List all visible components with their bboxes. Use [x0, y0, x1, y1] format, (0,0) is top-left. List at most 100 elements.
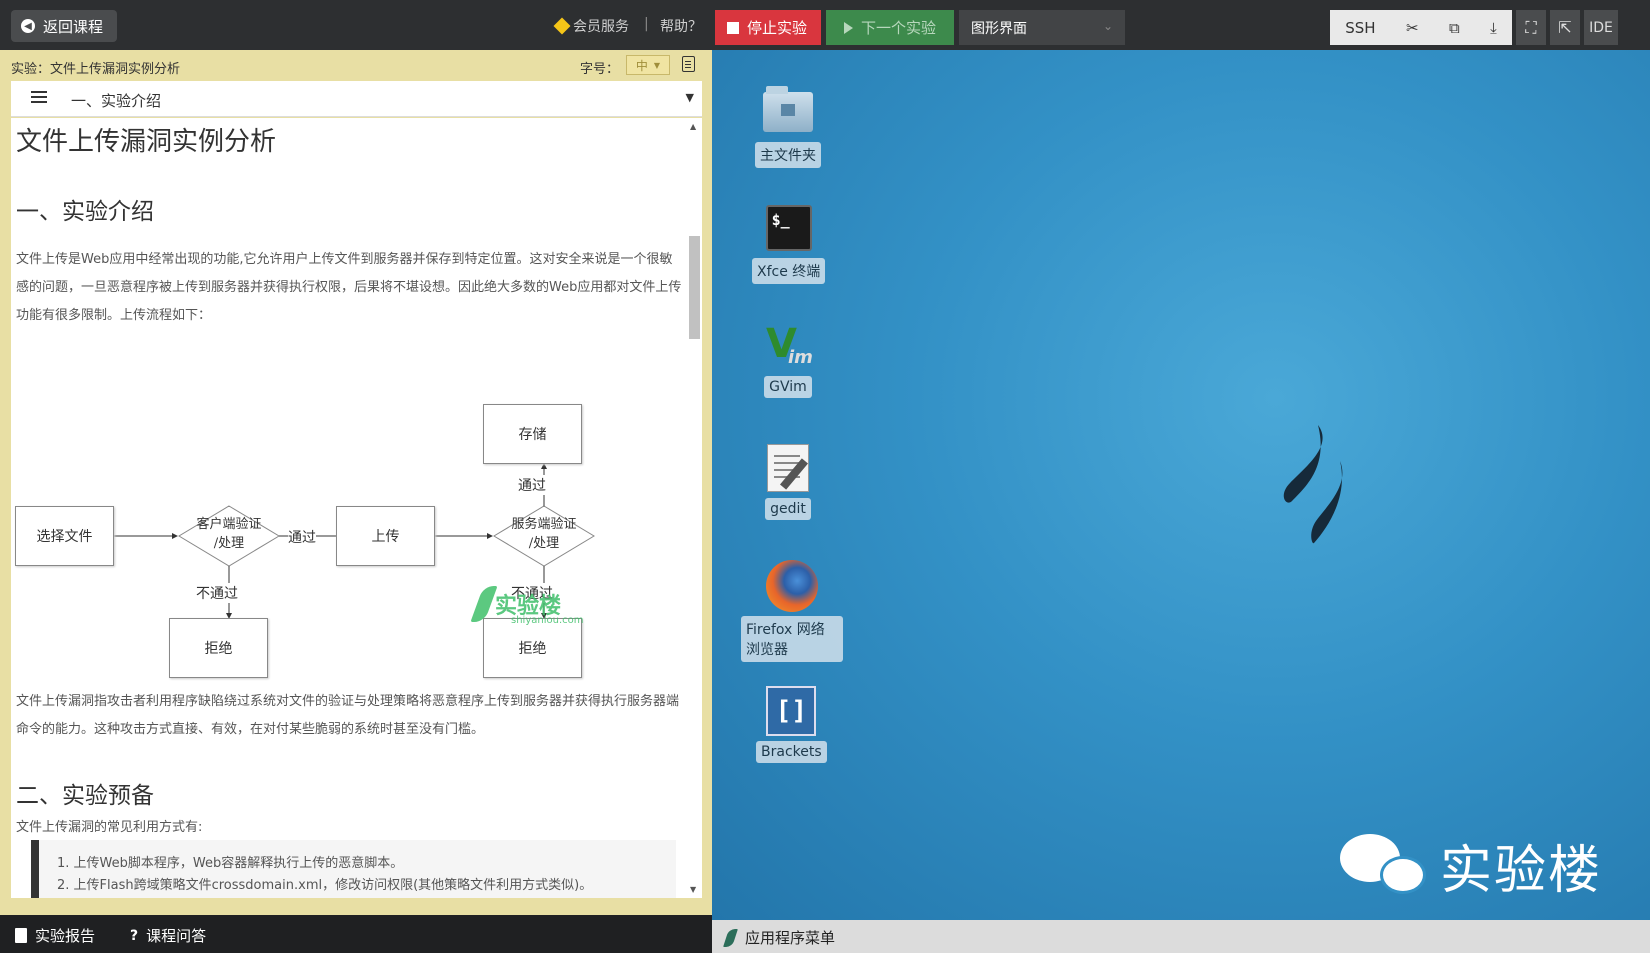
- desktop-icon-label: Brackets: [756, 741, 827, 763]
- lab-report-button[interactable]: 实验报告: [15, 925, 95, 946]
- screen-icon[interactable]: ⧉: [1449, 19, 1460, 37]
- list-item: 2. 上传Flash跨域策略文件crossdomain.xml，修改访问权限(其…: [57, 878, 593, 893]
- fullscreen-icon[interactable]: ⛶: [1516, 10, 1546, 45]
- external-link-icon[interactable]: ⇱: [1550, 10, 1580, 45]
- lab-report-label: 实验报告: [35, 927, 96, 945]
- desktop-icon-label: 主文件夹: [755, 142, 821, 168]
- fontsize-label: 字号：: [580, 62, 620, 77]
- toc-dropdown[interactable]: 一、实验介绍 ▼: [11, 81, 702, 117]
- desktop-icon-gedit[interactable]: gedit: [762, 442, 814, 520]
- vip-service-label: 会员服务: [573, 19, 629, 35]
- tool-group: SSH ✂ ⧉ ⤓: [1330, 10, 1512, 45]
- lab-header: 实验：文件上传漏洞实例分析: [11, 62, 181, 77]
- desktop-icon-firefox[interactable]: Firefox 网络浏览器: [740, 560, 844, 662]
- paragraph-1: 文件上传是Web应用中经常出现的功能,它允许用户上传文件到服务器并保存到特定位置…: [16, 252, 682, 323]
- flowchart-lines: [114, 463, 595, 619]
- applications-menu-button[interactable]: 应用程序菜单: [723, 927, 836, 948]
- separator: |: [644, 16, 649, 32]
- diamond-icon: [553, 17, 571, 35]
- desktop-icon-terminal[interactable]: $_ Xfce 终端: [752, 202, 826, 284]
- applications-menu-label: 应用程序菜单: [745, 929, 836, 947]
- flow-select-file: 选择文件: [15, 506, 114, 566]
- desktop-icon-label: Xfce 终端: [752, 258, 826, 284]
- back-to-course-button[interactable]: ◀ 返回课程: [11, 10, 117, 42]
- flow-pass-1: 通过: [288, 527, 316, 547]
- ide-button[interactable]: IDE: [1584, 10, 1618, 45]
- lab-panel: 实验：文件上传漏洞实例分析 字号： 中 ▼ 一、实验介绍 ▼ 文件上传漏洞实例分…: [0, 50, 712, 915]
- app-menu-icon: [723, 928, 738, 947]
- paragraph-2: 文件上传漏洞指攻击者利用程序缺陷绕过系统对文件的验证与处理策略将恶意程序上传到服…: [16, 694, 680, 737]
- question-icon: ?: [130, 927, 139, 944]
- shiyanlou-watermark: 实验楼 shiyanlou.com: [470, 586, 583, 626]
- next-lab-button[interactable]: 下一个实验: [826, 10, 954, 45]
- flow-client-line2: /处理: [213, 536, 245, 551]
- next-lab-label: 下一个实验: [861, 19, 937, 37]
- next-icon: [844, 21, 853, 34]
- course-qa-label: 课程问答: [146, 927, 207, 945]
- paragraph-3: 文件上传漏洞的常见利用方式有:: [16, 820, 203, 835]
- course-qa-button[interactable]: ? 课程问答: [130, 925, 206, 946]
- desktop-icon-home-folder[interactable]: 主文件夹: [755, 86, 821, 168]
- flow-reject-1: 拒绝: [169, 618, 268, 678]
- scroll-up-icon[interactable]: ▲: [690, 122, 696, 131]
- stop-lab-label: 停止实验: [747, 19, 808, 37]
- desktop-icon-brackets[interactable]: [] Brackets: [756, 685, 827, 763]
- doc-title: 文件上传漏洞实例分析: [16, 127, 277, 157]
- flow-server-validate: 服务端验证 /处理: [494, 515, 594, 553]
- help-link[interactable]: 帮助？: [660, 16, 702, 36]
- back-arrow-icon: ◀: [21, 19, 35, 33]
- chevron-down-icon: ⌄: [1102, 19, 1113, 33]
- brand-text: 实验楼: [1440, 841, 1603, 901]
- terminal-glyph: $_: [771, 211, 790, 229]
- flow-fail-1: 不通过: [196, 583, 238, 603]
- doc-content: 文件上传漏洞实例分析 一、实验介绍 文件上传是Web应用中经常出现的功能,它允许…: [11, 118, 687, 898]
- top-bar: ◀ 返回课程 会员服务 | 帮助？ 停止实验 下一个实验 图形界面 ⌄ SSH …: [0, 0, 1650, 50]
- flow-store: 存储: [483, 404, 582, 464]
- flow-pass-2: 通过: [518, 475, 546, 495]
- flow-client-line1: 客户端验证: [196, 517, 262, 532]
- scroll-thumb[interactable]: [689, 236, 700, 339]
- file-icon: [15, 928, 27, 943]
- interface-mode-value: 图形界面: [971, 20, 1027, 37]
- exploit-list: 1. 上传Web脚本程序，Web容器解释执行上传的恶意脚本。 2. 上传Flas…: [31, 840, 676, 898]
- document-icon[interactable]: [682, 56, 695, 72]
- list-item: 1. 上传Web脚本程序，Web容器解释执行上传的恶意脚本。: [57, 856, 404, 871]
- flow-reject-2: 拒绝: [483, 618, 582, 678]
- stop-icon: [727, 21, 739, 34]
- watermark-url: shiyanlou.com: [511, 615, 584, 626]
- chevron-down-icon: ▼: [653, 60, 661, 70]
- vip-service-link[interactable]: 会员服务: [553, 16, 629, 36]
- flow-server-line2: /处理: [528, 536, 560, 551]
- vm-taskbar: 应用程序菜单: [712, 920, 1650, 953]
- desktop-icon-label: gedit: [765, 498, 811, 520]
- stop-lab-button[interactable]: 停止实验: [715, 10, 821, 45]
- wechat-icon: [1340, 833, 1426, 898]
- vm-desktop[interactable]: 主文件夹 $_ Xfce 终端 Vim GVim gedit Firefox 网…: [712, 50, 1650, 920]
- back-button-label: 返回课程: [43, 17, 104, 36]
- fontsize-value: 中: [635, 58, 648, 73]
- desktop-icon-label: GVim: [764, 376, 812, 398]
- doc-scrollbar[interactable]: ▲ ▼: [687, 118, 702, 898]
- desktop-icon-gvim[interactable]: Vim GVim: [762, 320, 814, 398]
- firefox-icon: [766, 560, 818, 612]
- scroll-down-icon[interactable]: ▼: [690, 885, 696, 894]
- fontsize-select[interactable]: 中 ▼: [626, 55, 670, 75]
- scissors-icon[interactable]: ✂: [1406, 19, 1419, 37]
- download-icon[interactable]: ⤓: [1490, 19, 1497, 37]
- flow-client-validate: 客户端验证 /处理: [179, 515, 279, 553]
- section-heading-2: 二、实验预备: [16, 783, 154, 809]
- interface-mode-select[interactable]: 图形界面 ⌄: [959, 10, 1125, 45]
- flow-server-line1: 服务端验证: [511, 517, 577, 532]
- vim-icon: Vim: [766, 321, 813, 368]
- section-heading-1: 一、实验介绍: [16, 199, 154, 225]
- toc-current: 一、实验介绍: [71, 92, 162, 110]
- ssh-button[interactable]: SSH: [1345, 19, 1375, 37]
- chevron-down-icon: ▼: [685, 91, 694, 104]
- terminal-icon: $_: [765, 205, 812, 251]
- gedit-icon: [767, 444, 809, 492]
- home-folder-icon: [763, 86, 813, 132]
- flow-upload: 上传: [336, 506, 435, 566]
- brand-watermark: 实验楼: [1340, 828, 1602, 903]
- brackets-icon: []: [766, 686, 817, 736]
- list-icon: [31, 91, 47, 104]
